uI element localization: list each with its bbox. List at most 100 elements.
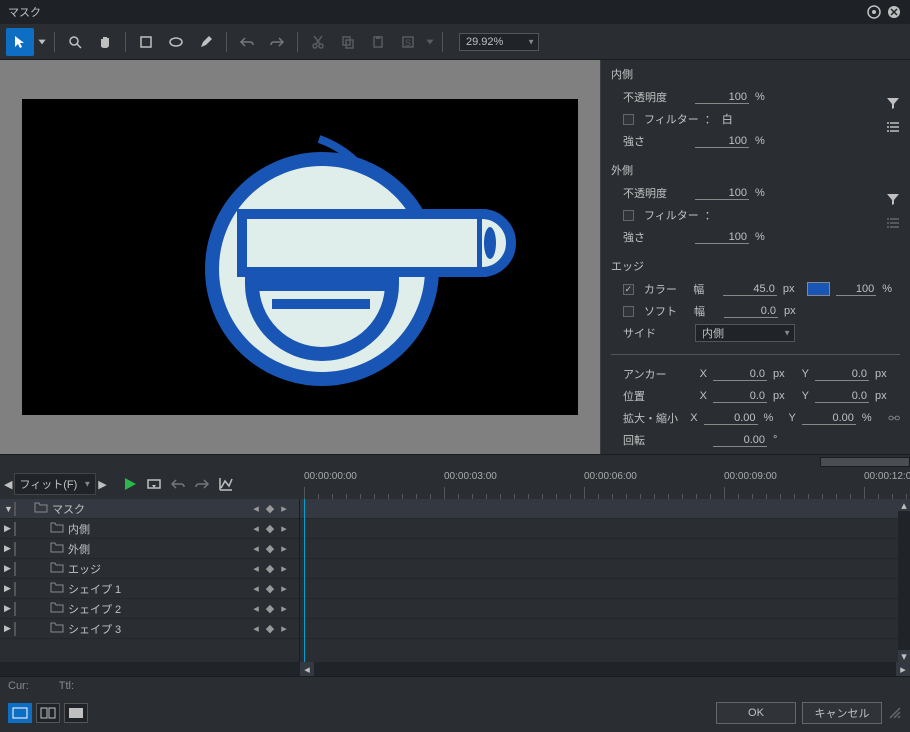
scroll-down-icon[interactable]: ▾	[898, 650, 910, 662]
visibility-toggle[interactable]	[14, 623, 32, 635]
view-mode-2[interactable]	[36, 703, 60, 723]
paste-icon[interactable]	[364, 28, 392, 56]
list-icon[interactable]	[886, 216, 900, 230]
track-row[interactable]: ▶エッジ◂ ◆ ▸	[0, 559, 299, 579]
playhead[interactable]	[304, 499, 305, 662]
inner-opacity-input[interactable]	[695, 91, 749, 104]
outer-opacity-input[interactable]	[695, 187, 749, 200]
expand-icon[interactable]: ▶	[4, 623, 14, 634]
keyframe-nav[interactable]: ◂ ◆ ▸	[247, 622, 295, 635]
timeline-undo-icon[interactable]	[167, 473, 189, 495]
visibility-toggle[interactable]	[14, 523, 32, 535]
edge-width-input[interactable]	[723, 283, 777, 296]
list-icon[interactable]	[886, 120, 900, 134]
filter-icon[interactable]	[886, 192, 900, 206]
visibility-toggle[interactable]	[14, 603, 32, 615]
edge-soft-checkbox[interactable]	[623, 306, 634, 317]
expand-icon[interactable]: ▶	[4, 523, 14, 534]
inner-filter-checkbox[interactable]	[623, 114, 634, 125]
track-row[interactable]: ▶シェイプ 1◂ ◆ ▸	[0, 579, 299, 599]
track-lane[interactable]	[300, 599, 898, 619]
keyframe-nav[interactable]: ◂ ◆ ▸	[247, 542, 295, 555]
visibility-toggle[interactable]	[14, 543, 32, 555]
resize-grip-icon[interactable]	[888, 706, 902, 720]
graph-editor-icon[interactable]	[215, 473, 237, 495]
copy-icon[interactable]	[334, 28, 362, 56]
track-row[interactable]: ▼マスク◂ ◆ ▸	[0, 499, 299, 519]
edge-color-chip[interactable]	[807, 282, 831, 296]
scale-y-input[interactable]	[802, 412, 856, 425]
timeline-redo-icon[interactable]	[191, 473, 213, 495]
help-icon[interactable]	[866, 4, 882, 20]
track-lane[interactable]	[300, 559, 898, 579]
track-row[interactable]: ▶外側◂ ◆ ▸	[0, 539, 299, 559]
track-row[interactable]: ▶内側◂ ◆ ▸	[0, 519, 299, 539]
edge-soft-width-input[interactable]	[724, 305, 778, 318]
ellipse-tool-icon[interactable]	[162, 28, 190, 56]
fit-select[interactable]: フィット(F)	[14, 473, 96, 495]
edge-color-pct-input[interactable]	[836, 283, 876, 296]
rotation-input[interactable]	[713, 434, 767, 447]
timeline-zoom-thumb[interactable]	[820, 457, 910, 467]
expand-icon[interactable]: ▶	[4, 603, 14, 614]
keyframe-nav[interactable]: ◂ ◆ ▸	[247, 502, 295, 515]
track-lane[interactable]	[300, 499, 898, 519]
hscroll-track[interactable]	[314, 662, 896, 676]
next-icon[interactable]: ▶	[98, 478, 106, 491]
filter-icon[interactable]	[886, 96, 900, 110]
scroll-right-icon[interactable]: ▸	[896, 662, 910, 676]
view-mode-3[interactable]	[64, 703, 88, 723]
cancel-button[interactable]: キャンセル	[802, 702, 882, 724]
scroll-up-icon[interactable]: ▴	[898, 499, 910, 511]
keyframe-nav[interactable]: ◂ ◆ ▸	[247, 562, 295, 575]
undo-icon[interactable]	[233, 28, 261, 56]
outer-filter-checkbox[interactable]	[623, 210, 634, 221]
redo-icon[interactable]	[263, 28, 291, 56]
timeline-ruler[interactable]: 00:00:00:0000:00:03:0000:00:06:0000:00:0…	[300, 469, 910, 499]
zoom-input[interactable]	[459, 33, 539, 51]
inner-strength-input[interactable]	[695, 135, 749, 148]
track-lane[interactable]	[300, 619, 898, 639]
expand-icon[interactable]: ▶	[4, 563, 14, 574]
preset-dropdown-icon[interactable]	[424, 28, 436, 56]
link-icon[interactable]	[888, 413, 900, 423]
loop-button[interactable]	[143, 473, 165, 495]
position-x-input[interactable]	[713, 390, 767, 403]
hand-tool-icon[interactable]	[91, 28, 119, 56]
anchor-y-input[interactable]	[815, 368, 869, 381]
prev-icon[interactable]: ◀	[4, 478, 12, 491]
zoom-select[interactable]	[449, 33, 539, 51]
pen-tool-icon[interactable]	[192, 28, 220, 56]
timeline-vscroll[interactable]: ▴ ▾	[898, 499, 910, 662]
edge-side-select[interactable]	[695, 324, 795, 342]
track-lane[interactable]	[300, 519, 898, 539]
zoom-tool-icon[interactable]	[61, 28, 89, 56]
keyframe-nav[interactable]: ◂ ◆ ▸	[247, 522, 295, 535]
visibility-toggle[interactable]	[14, 563, 32, 575]
view-mode-1[interactable]	[8, 703, 32, 723]
track-lane[interactable]	[300, 539, 898, 559]
track-row[interactable]: ▶シェイプ 3◂ ◆ ▸	[0, 619, 299, 639]
preset-icon[interactable]: S	[394, 28, 422, 56]
collapse-icon[interactable]: ▼	[4, 504, 14, 514]
track-row[interactable]: ▶シェイプ 2◂ ◆ ▸	[0, 599, 299, 619]
play-button[interactable]	[119, 473, 141, 495]
scroll-left-icon[interactable]: ◂	[300, 662, 314, 676]
track-lane[interactable]	[300, 579, 898, 599]
outer-strength-input[interactable]	[695, 231, 749, 244]
cut-icon[interactable]	[304, 28, 332, 56]
visibility-toggle[interactable]	[14, 583, 32, 595]
expand-icon[interactable]: ▶	[4, 583, 14, 594]
keyframe-nav[interactable]: ◂ ◆ ▸	[247, 602, 295, 615]
edge-side-value[interactable]	[695, 324, 795, 342]
anchor-x-input[interactable]	[713, 368, 767, 381]
keyframe-nav[interactable]: ◂ ◆ ▸	[247, 582, 295, 595]
preview-area[interactable]	[0, 60, 600, 454]
position-y-input[interactable]	[815, 390, 869, 403]
close-icon[interactable]	[886, 4, 902, 20]
scale-x-input[interactable]	[704, 412, 758, 425]
expand-icon[interactable]: ▶	[4, 543, 14, 554]
ok-button[interactable]: OK	[716, 702, 796, 724]
edge-color-checkbox[interactable]	[623, 284, 634, 295]
visibility-toggle[interactable]	[14, 503, 32, 515]
